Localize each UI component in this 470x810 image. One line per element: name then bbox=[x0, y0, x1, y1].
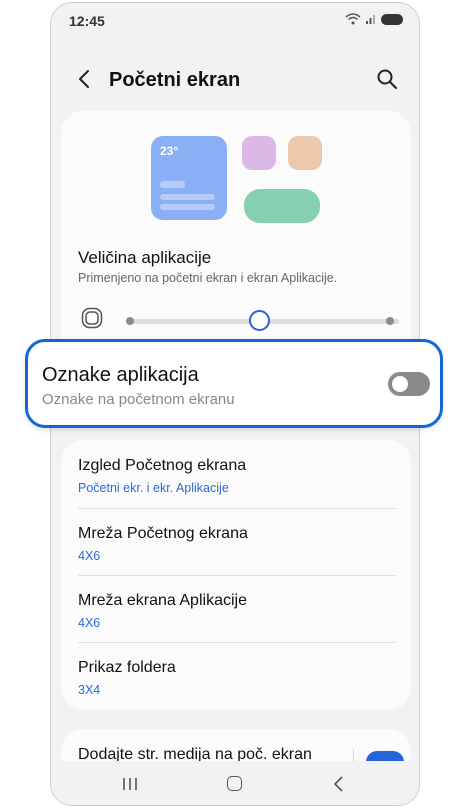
setting-title: Mreža ekrana Aplikacije bbox=[78, 592, 247, 609]
battery-icon bbox=[381, 13, 403, 25]
preview-line bbox=[160, 181, 185, 188]
home-icon[interactable] bbox=[227, 776, 242, 791]
preview-line bbox=[160, 194, 215, 200]
status-bar: 12:45 bbox=[51, 3, 419, 37]
status-icons bbox=[345, 13, 403, 25]
app-size-title: Veličina aplikacije bbox=[78, 248, 212, 267]
setting-folder-grid[interactable]: Prikaz foldera 3X4 bbox=[78, 642, 394, 709]
setting-home-grid[interactable]: Mreža Početnog ekrana 4X6 bbox=[78, 508, 394, 575]
app-labels-setting[interactable]: Oznake aplikacija Oznake na početnom ekr… bbox=[25, 339, 443, 428]
setting-value: 4X6 bbox=[78, 616, 101, 630]
app-header: Početni ekran bbox=[51, 55, 419, 103]
app-size-icon bbox=[81, 307, 103, 329]
search-icon[interactable] bbox=[375, 67, 399, 91]
setting-title: Prikaz foldera bbox=[78, 659, 176, 676]
page-title: Početni ekran bbox=[109, 69, 241, 91]
setting-title: Mreža Početnog ekrana bbox=[78, 525, 248, 542]
navigation-bar bbox=[51, 761, 419, 805]
home-settings-card: Izgled Početnog ekrana Početni ekr. i ek… bbox=[61, 440, 411, 710]
app-labels-toggle[interactable] bbox=[388, 372, 430, 396]
toggle-knob bbox=[392, 376, 408, 392]
widget-preview bbox=[244, 189, 320, 223]
app-icon-preview bbox=[242, 136, 276, 170]
setting-value: 4X6 bbox=[78, 549, 101, 563]
back-arrow-icon[interactable] bbox=[73, 67, 97, 91]
setting-title: Izgled Početnog ekrana bbox=[78, 457, 247, 474]
weather-widget-preview: 23° bbox=[151, 136, 227, 220]
app-icon-preview bbox=[288, 136, 322, 170]
wifi-icon bbox=[345, 13, 361, 25]
slider-thumb[interactable] bbox=[249, 310, 270, 331]
app-labels-title: Oznake aplikacija bbox=[42, 364, 199, 386]
app-size-subtitle: Primenjeno na početni ekran i ekran Apli… bbox=[78, 271, 338, 285]
slider-step-dot bbox=[126, 317, 134, 325]
app-size-card: 23° Veličina aplikacije Primenjeno na po… bbox=[61, 111, 411, 356]
signal-icon bbox=[366, 15, 375, 24]
preview-temperature: 23° bbox=[160, 144, 179, 158]
app-labels-subtitle: Oznake na početnom ekranu bbox=[42, 391, 235, 408]
preview-line bbox=[160, 204, 215, 210]
back-icon[interactable] bbox=[331, 775, 345, 793]
setting-value: Početni ekr. i ekr. Aplikacije bbox=[78, 481, 229, 495]
slider-step-dot bbox=[386, 317, 394, 325]
setting-home-layout[interactable]: Izgled Početnog ekrana Početni ekr. i ek… bbox=[78, 440, 394, 507]
recent-apps-icon[interactable] bbox=[121, 777, 139, 791]
setting-apps-grid[interactable]: Mreža ekrana Aplikacije 4X6 bbox=[78, 575, 394, 642]
setting-value: 3X4 bbox=[78, 683, 101, 697]
status-time: 12:45 bbox=[69, 13, 105, 29]
